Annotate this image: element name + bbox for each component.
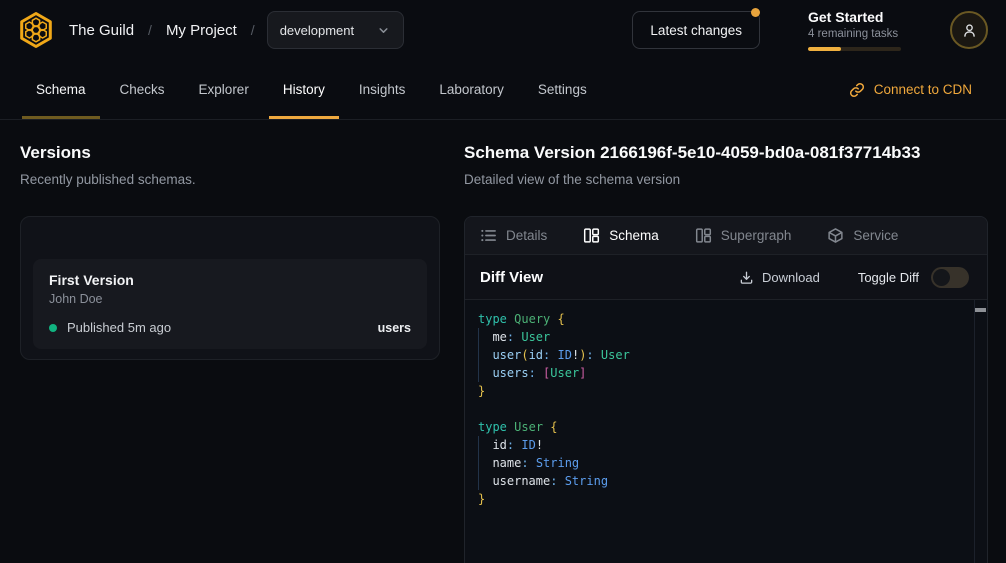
nav-tab-explorer[interactable]: Explorer bbox=[185, 60, 263, 119]
cube-icon bbox=[827, 227, 844, 244]
code-line bbox=[478, 400, 971, 418]
nav-tab-schema[interactable]: Schema bbox=[22, 60, 100, 119]
tab-label: Service bbox=[853, 228, 898, 243]
code-line: user(id: ID!): User bbox=[478, 346, 971, 364]
code-line: type Query { bbox=[478, 310, 971, 328]
tab-label: Supergraph bbox=[721, 228, 792, 243]
nav-tab-label: Schema bbox=[36, 82, 86, 97]
nav-tab-laboratory[interactable]: Laboratory bbox=[425, 60, 518, 119]
get-started-title: Get Started bbox=[808, 9, 901, 26]
code-line: } bbox=[478, 490, 971, 508]
version-status: Published 5m ago bbox=[67, 320, 171, 335]
toggle-diff-label: Toggle Diff bbox=[858, 270, 919, 285]
main-content: Versions Recently published schemas. Fir… bbox=[0, 121, 1006, 563]
version-list-item[interactable]: First Version John Doe Published 5m ago … bbox=[33, 259, 427, 349]
latest-changes-button[interactable]: Latest changes bbox=[632, 11, 760, 49]
code-line: name: String bbox=[478, 454, 971, 472]
breadcrumb-org[interactable]: The Guild bbox=[69, 22, 134, 39]
version-author: John Doe bbox=[49, 291, 411, 307]
download-icon bbox=[739, 270, 754, 285]
list-icon bbox=[480, 227, 497, 244]
nav-tab-settings[interactable]: Settings bbox=[524, 60, 601, 119]
code-line: } bbox=[478, 382, 971, 400]
connect-to-cdn-label: Connect to CDN bbox=[874, 82, 972, 97]
breadcrumb-separator: / bbox=[251, 22, 255, 38]
version-detail-panel: Schema Version 2166196f-5e10-4059-bd0a-0… bbox=[464, 142, 988, 563]
tab-supergraph[interactable]: Supergraph bbox=[695, 227, 792, 244]
tab-schema[interactable]: Schema bbox=[583, 227, 659, 244]
tab-service[interactable]: Service bbox=[827, 227, 898, 244]
nav-tab-label: Checks bbox=[120, 82, 165, 97]
code-line: users: [User] bbox=[478, 364, 971, 382]
version-detail-card: Details Schema Supergraph bbox=[464, 216, 988, 563]
versions-subtitle: Recently published schemas. bbox=[20, 171, 440, 188]
version-service-badge: users bbox=[378, 321, 411, 335]
notification-dot bbox=[751, 8, 760, 17]
hive-logo-icon[interactable] bbox=[16, 10, 56, 50]
download-label: Download bbox=[762, 270, 820, 285]
nav-tab-insights[interactable]: Insights bbox=[345, 60, 420, 119]
code-line: id: ID! bbox=[478, 436, 971, 454]
schema-sdl-code: type Query { me: User user(id: ID!): Use… bbox=[478, 310, 971, 508]
get-started-widget[interactable]: Get Started 4 remaining tasks bbox=[808, 9, 901, 51]
download-button[interactable]: Download bbox=[739, 270, 820, 285]
version-title: First Version bbox=[49, 271, 411, 289]
app-header: The Guild / My Project / development Lat… bbox=[0, 0, 1006, 60]
code-scrollbar-thumb[interactable] bbox=[975, 308, 986, 312]
version-detail-subtitle: Detailed view of the schema version bbox=[464, 171, 988, 188]
detail-tab-bar: Details Schema Supergraph bbox=[465, 217, 987, 255]
nav-tab-label: History bbox=[283, 82, 325, 97]
code-line: me: User bbox=[478, 328, 971, 346]
nav-tab-history[interactable]: History bbox=[269, 60, 339, 119]
user-icon bbox=[961, 22, 978, 39]
code-scrollbar-track[interactable] bbox=[974, 300, 987, 563]
link-icon bbox=[849, 82, 865, 98]
user-avatar-button[interactable] bbox=[950, 11, 988, 49]
versions-list-card: First Version John Doe Published 5m ago … bbox=[20, 216, 440, 360]
panels-icon bbox=[695, 227, 712, 244]
schema-sdl-viewer[interactable]: type Query { me: User user(id: ID!): Use… bbox=[465, 300, 987, 563]
published-status-dot bbox=[49, 324, 57, 332]
get-started-subtitle: 4 remaining tasks bbox=[808, 27, 901, 42]
latest-changes-label: Latest changes bbox=[650, 23, 742, 38]
connect-to-cdn-link[interactable]: Connect to CDN bbox=[849, 60, 972, 119]
toggle-knob bbox=[933, 269, 950, 286]
main-nav: Schema Checks Explorer History Insights … bbox=[0, 60, 1006, 120]
versions-title: Versions bbox=[20, 142, 440, 164]
code-line: type User { bbox=[478, 418, 971, 436]
get-started-progress-fill bbox=[808, 47, 841, 51]
get-started-progress-bar bbox=[808, 47, 901, 51]
diff-view-header: Diff View Download Toggle Diff bbox=[465, 255, 987, 300]
tab-label: Schema bbox=[609, 228, 659, 243]
nav-tab-label: Laboratory bbox=[439, 82, 504, 97]
nav-tab-label: Explorer bbox=[199, 82, 249, 97]
version-meta-row: Published 5m ago users bbox=[49, 320, 411, 335]
code-line: username: String bbox=[478, 472, 971, 490]
nav-tab-label: Settings bbox=[538, 82, 587, 97]
versions-panel: Versions Recently published schemas. Fir… bbox=[20, 142, 440, 360]
breadcrumb-separator: / bbox=[148, 22, 152, 38]
target-selector-value: development bbox=[280, 23, 354, 38]
breadcrumb: The Guild / My Project / bbox=[69, 22, 255, 39]
toggle-diff-switch[interactable] bbox=[931, 267, 969, 288]
version-detail-title: Schema Version 2166196f-5e10-4059-bd0a-0… bbox=[464, 142, 988, 164]
panels-icon bbox=[583, 227, 600, 244]
breadcrumb-project[interactable]: My Project bbox=[166, 22, 237, 39]
nav-tab-label: Insights bbox=[359, 82, 406, 97]
nav-tab-checks[interactable]: Checks bbox=[106, 60, 179, 119]
tab-details[interactable]: Details bbox=[480, 227, 547, 244]
target-selector-dropdown[interactable]: development bbox=[267, 11, 404, 49]
diff-view-title: Diff View bbox=[480, 269, 543, 286]
chevron-down-icon bbox=[376, 23, 391, 38]
tab-label: Details bbox=[506, 228, 547, 243]
